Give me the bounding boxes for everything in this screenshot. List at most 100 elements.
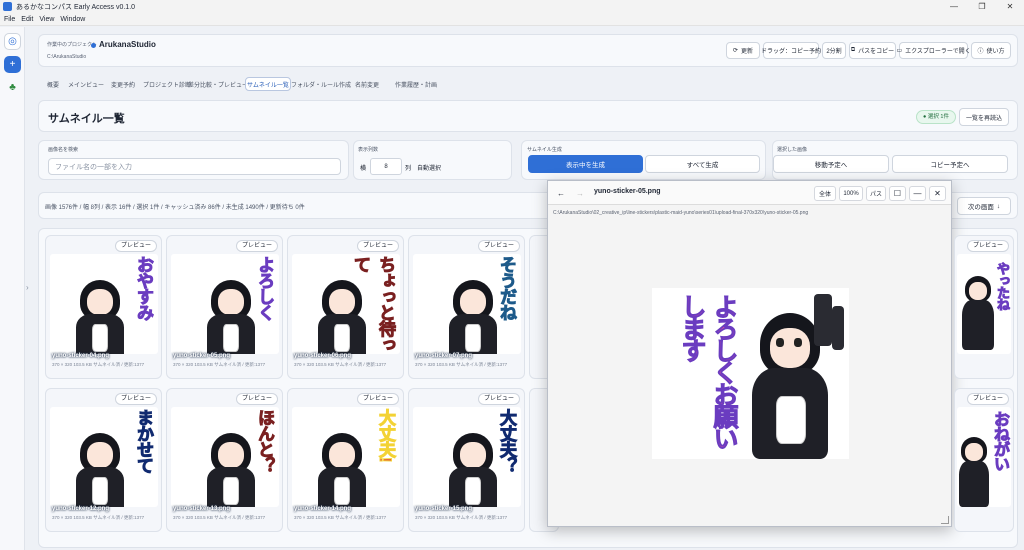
viewer-minimize-icon[interactable]: — (909, 186, 926, 201)
thumbnail-card[interactable]: プレビュー そうだね yuno-sticker-07.png 370 × 320 10… (408, 235, 525, 379)
thumbnail-filename: yuno-sticker-07.png (415, 353, 473, 359)
search-input[interactable]: ファイル名の一部を入力 (48, 158, 341, 175)
preview-viewer-window: ← → yuno-sticker-05.png 全体 100% パス ☐ — ✕… (547, 180, 952, 527)
tab-rename[interactable]: 名前変更 (352, 77, 382, 91)
preview-button[interactable]: プレビュー (235, 393, 278, 405)
menu-view[interactable]: View (39, 16, 54, 23)
refresh-icon: ⟳ (732, 48, 738, 54)
tab-diff-preview[interactable]: 差分比較・プレビュー (188, 77, 248, 91)
thumbnail-card[interactable]: プレビュー ほんと？ yuno-sticker-13.png 370 × 320 10… (166, 388, 283, 532)
generate-visible-button[interactable]: 表示中を生成 (528, 155, 643, 173)
minimize-icon[interactable]: — (940, 0, 968, 13)
resize-grip-icon[interactable] (941, 516, 949, 524)
preview-button[interactable]: プレビュー (356, 240, 399, 252)
expand-chevron-icon[interactable]: › (26, 283, 29, 292)
viewer-copy-path-button[interactable]: パス (866, 186, 886, 201)
preview-button[interactable]: プレビュー (477, 393, 520, 405)
thumbnail-meta: 370 × 320 103.5 KB サムネイル済 / 更新:1377 (173, 515, 266, 520)
thumbnail-filename: yuno-sticker-12.png (52, 506, 110, 512)
tab-project-diagnosis[interactable]: プロジェクト診断 (143, 77, 191, 91)
auto-select-toggle[interactable]: 自動選択 (417, 163, 441, 172)
thumbnail-image: ほんと？ (171, 407, 279, 507)
back-arrow-icon[interactable]: ← (553, 186, 569, 201)
add-icon[interactable]: + (4, 56, 21, 73)
columns-suffix: 列 (405, 166, 412, 172)
thumbnail-card[interactable]: プレビュー まかせて yuno-sticker-12.png 370 × 320 10… (45, 388, 162, 532)
forward-arrow-icon[interactable]: → (572, 186, 588, 201)
stats-text: 画像 1576件 / 幅 8列 / 表示 16件 / 選択 1件 / キャッシュ… (45, 205, 305, 211)
project-status-dot (91, 43, 96, 48)
thumbnail-card[interactable]: プレビュー ちょっと待って yuno-sticker-06.png 370 × 320… (287, 235, 404, 379)
drag-copy-button[interactable]: ドラッグ：コピー予約 (761, 42, 821, 59)
thumbnail-meta: 370 × 320 103.5 KB サムネイル済 / 更新:1377 (173, 362, 266, 367)
project-header: 作業中のプロジェクト ArukanaStudio C:\ArukanaStudi… (38, 34, 1018, 67)
copy-plan-button[interactable]: コピー予定へ (892, 155, 1008, 173)
compass-icon[interactable]: ◎ (4, 33, 21, 50)
viewer-maximize-icon[interactable]: ☐ (889, 186, 906, 201)
viewer-close-icon[interactable]: ✕ (929, 186, 946, 201)
viewer-filename: yuno-sticker-05.png (594, 188, 661, 195)
preview-button[interactable]: プレビュー (114, 393, 157, 405)
maximize-icon[interactable]: ❐ (968, 0, 996, 13)
reload-list-button[interactable]: 一覧を再読込 (959, 108, 1009, 126)
zoom-100-button[interactable]: 100% (839, 186, 863, 201)
search-label: 画像名を検索 (48, 147, 79, 153)
tab-main-view[interactable]: メインビュー (68, 77, 104, 91)
columns-input[interactable]: 8 (370, 158, 402, 175)
folder-icon: ▭ (896, 48, 903, 54)
columns-panel: 表示列数 横 8 列 自動選択 (353, 140, 512, 180)
refresh-button[interactable]: ⟳ 更新 (726, 42, 760, 59)
generate-label: サムネイル生成 (527, 147, 562, 153)
next-page-button[interactable]: 次の画面 ↓ (957, 197, 1011, 215)
copy-icon: ⧉ (850, 47, 856, 53)
sticker-text: よろしく (255, 256, 275, 321)
thumbnail-card-partial[interactable]: プレビュー やったね (954, 235, 1014, 379)
preview-button[interactable]: プレビュー (356, 393, 399, 405)
thumbnail-filename: yuno-sticker-14.png (294, 506, 352, 512)
open-explorer-button[interactable]: ▭ エクスプローラーで開く (896, 42, 971, 59)
split-button[interactable]: 2分割 (822, 42, 846, 59)
tab-folder-rules[interactable]: フォルダ・ルール作成 (291, 77, 351, 91)
thumbnail-meta: 370 × 320 103.5 KB サムネイル済 / 更新:1377 (294, 515, 387, 520)
selected-badge: ● 選択 1件 (916, 110, 956, 124)
menu-file[interactable]: File (4, 16, 15, 23)
sticker-text: 大丈夫？ (497, 409, 517, 474)
thumbnail-card[interactable]: プレビュー よろしく yuno-sticker-05.png 370 × 320 10… (166, 235, 283, 379)
tab-history[interactable]: 作業履歴・計画 (393, 77, 439, 91)
sticker-text: 大丈夫! (376, 409, 396, 463)
close-icon[interactable]: ✕ (996, 0, 1024, 13)
preview-button[interactable]: プレビュー (235, 240, 278, 252)
preview-button[interactable]: プレビュー (966, 393, 1009, 405)
menu-edit[interactable]: Edit (21, 16, 33, 23)
thumbnail-meta: 370 × 320 103.5 KB サムネイル済 / 更新:1377 (52, 362, 145, 367)
tab-thumbnails[interactable]: サムネイル一覧 (245, 77, 291, 91)
fit-button[interactable]: 全体 (814, 186, 836, 201)
page-title: サムネイル一覧 (48, 113, 125, 125)
help-button[interactable]: ⓘ 使い方 (971, 42, 1011, 59)
tab-change-plan[interactable]: 変更予約 (108, 77, 138, 91)
menu-window[interactable]: Window (60, 16, 85, 23)
help-icon: ⓘ (977, 49, 984, 55)
thumbnail-meta: 370 × 320 103.5 KB サムネイル済 / 更新:1377 (415, 515, 508, 520)
thumbnail-card[interactable]: プレビュー おやすみ yuno-sticker-04.png 370 × 320 10… (45, 235, 162, 379)
tree-icon[interactable]: ♣ (4, 79, 21, 96)
tab-overview[interactable]: 概要 (43, 77, 63, 91)
copy-path-button[interactable]: ⧉ パスをコピー (849, 42, 896, 59)
thumbnail-card[interactable]: プレビュー大丈夫？ yuno-sticker-15.png 370 × 320 10… (408, 388, 525, 532)
thumbnail-card[interactable]: プレビュー大丈夫! yuno-sticker-14.png 370 × 320 10… (287, 388, 404, 532)
preview-button[interactable]: プレビュー (477, 240, 520, 252)
columns-label: 表示列数 (358, 147, 379, 153)
app-icon (3, 2, 12, 11)
thumbnail-filename: yuno-sticker-15.png (415, 506, 473, 512)
preview-button[interactable]: プレビュー (966, 240, 1009, 252)
sticker-text: ちょっと待って (351, 256, 396, 353)
menu-bar: File Edit View Window (0, 13, 1024, 26)
thumbnail-meta: 370 × 320 103.5 KB サムネイル済 / 更新:1377 (415, 362, 508, 367)
window-title: あるかなコンパス Early Access v0.1.0 (16, 3, 136, 11)
arrow-down-icon: ↓ (996, 202, 1001, 210)
thumbnail-image: 大丈夫？ (413, 407, 521, 507)
thumbnail-card-partial[interactable]: プレビュー おねがい (954, 388, 1014, 532)
preview-button[interactable]: プレビュー (114, 240, 157, 252)
move-plan-button[interactable]: 移動予定へ (773, 155, 889, 173)
generate-all-button[interactable]: すべて生成 (645, 155, 760, 173)
